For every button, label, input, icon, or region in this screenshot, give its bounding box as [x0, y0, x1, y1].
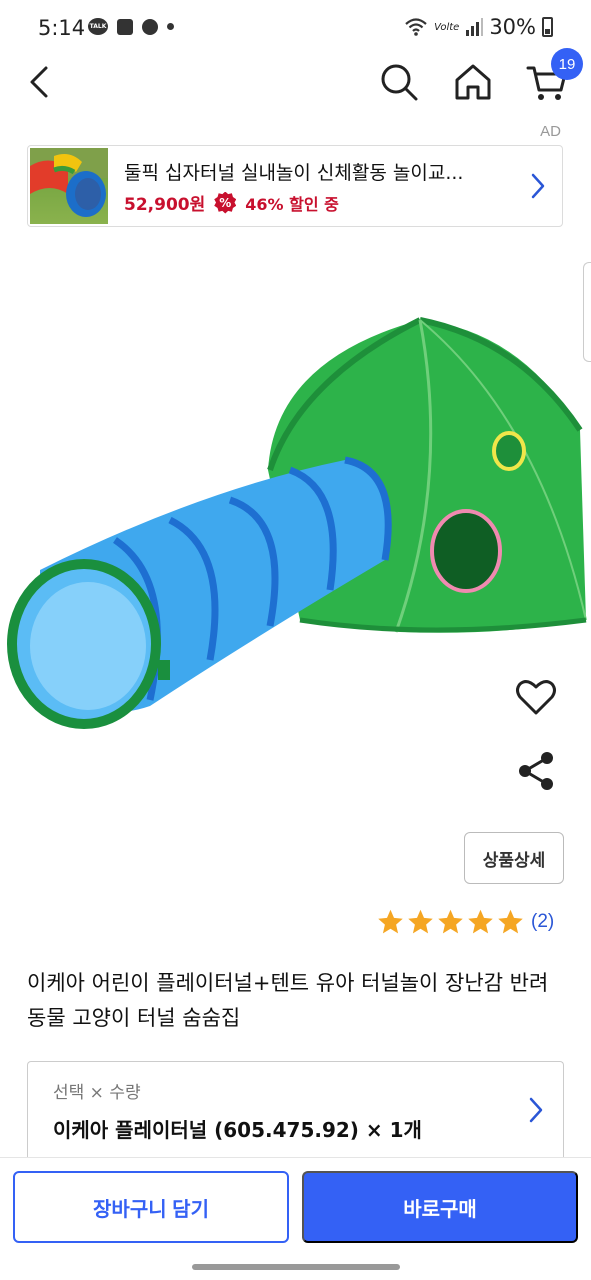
battery-percent: 30% [489, 15, 536, 39]
option-label: 선택 × 수량 [53, 1083, 141, 1103]
buy-now-button[interactable]: 바로구매 [302, 1171, 578, 1243]
ad-banner[interactable]: 둘픽 십자터널 실내놀이 신체활동 놀이교... 52,900원 % 46% 할… [27, 145, 563, 227]
option-selector[interactable]: 선택 × 수량 이케아 플레이터널 (605.475.92) × 1개 [27, 1061, 564, 1157]
star-icon [438, 909, 463, 934]
ad-label: AD [540, 123, 561, 140]
add-to-cart-button[interactable]: 장바구니 담기 [13, 1171, 289, 1243]
ad-discount: 46% 할인 중 [245, 194, 339, 214]
ad-thumbnail [30, 148, 108, 224]
app-icon [117, 18, 133, 35]
notification-icons: TALK [88, 18, 174, 35]
discount-icon: % [214, 191, 237, 214]
star-icon [498, 909, 523, 934]
home-icon[interactable] [451, 60, 495, 104]
dot-icon [167, 23, 174, 30]
status-time: 5:14 [38, 16, 86, 40]
ad-price-row: 52,900원 % 46% 할인 중 [124, 190, 339, 215]
star-icon [468, 909, 493, 934]
chevron-right-icon [529, 1097, 543, 1123]
home-indicator[interactable] [192, 1264, 400, 1270]
volte-label: Volte [434, 21, 460, 33]
heart-icon[interactable] [514, 676, 558, 718]
kakaotalk-icon: TALK [88, 18, 108, 35]
top-nav: 19 [0, 48, 591, 120]
rating[interactable]: (2) [376, 908, 554, 936]
product-title: 이케아 어린이 플레이터널+텐트 유아 터널놀이 장난감 반려동물 고양이 터널… [27, 971, 549, 1030]
system-icons: Volte 30% [404, 15, 553, 39]
cart-button[interactable]: 19 [525, 48, 583, 104]
app-icon [142, 18, 158, 35]
review-count[interactable]: (2) [531, 911, 554, 933]
product-image [7, 317, 587, 729]
bottom-action-bar: 장바구니 담기 바로구매 [0, 1157, 591, 1280]
ad-title: 둘픽 십자터널 실내놀이 신체활동 놀이교... [124, 162, 464, 184]
wifi-icon [405, 18, 427, 36]
star-icon [378, 909, 403, 934]
option-value: 이케아 플레이터널 (605.475.92) × 1개 [53, 1118, 422, 1142]
battery-icon [542, 17, 553, 37]
star-icon [408, 909, 433, 934]
cart-count-badge: 19 [551, 48, 583, 80]
share-icon[interactable] [516, 750, 556, 792]
back-arrow-icon[interactable] [22, 62, 62, 102]
status-bar: 5:14 TALK Volte 30% [0, 0, 591, 56]
nav-actions: 19 [377, 48, 583, 104]
search-icon[interactable] [377, 60, 421, 104]
ad-price: 52,900원 [124, 195, 206, 215]
signal-icon [466, 18, 484, 36]
chevron-right-icon [531, 173, 545, 199]
ad-product-image [30, 148, 108, 217]
product-detail-button[interactable]: 상품상세 [464, 832, 564, 884]
